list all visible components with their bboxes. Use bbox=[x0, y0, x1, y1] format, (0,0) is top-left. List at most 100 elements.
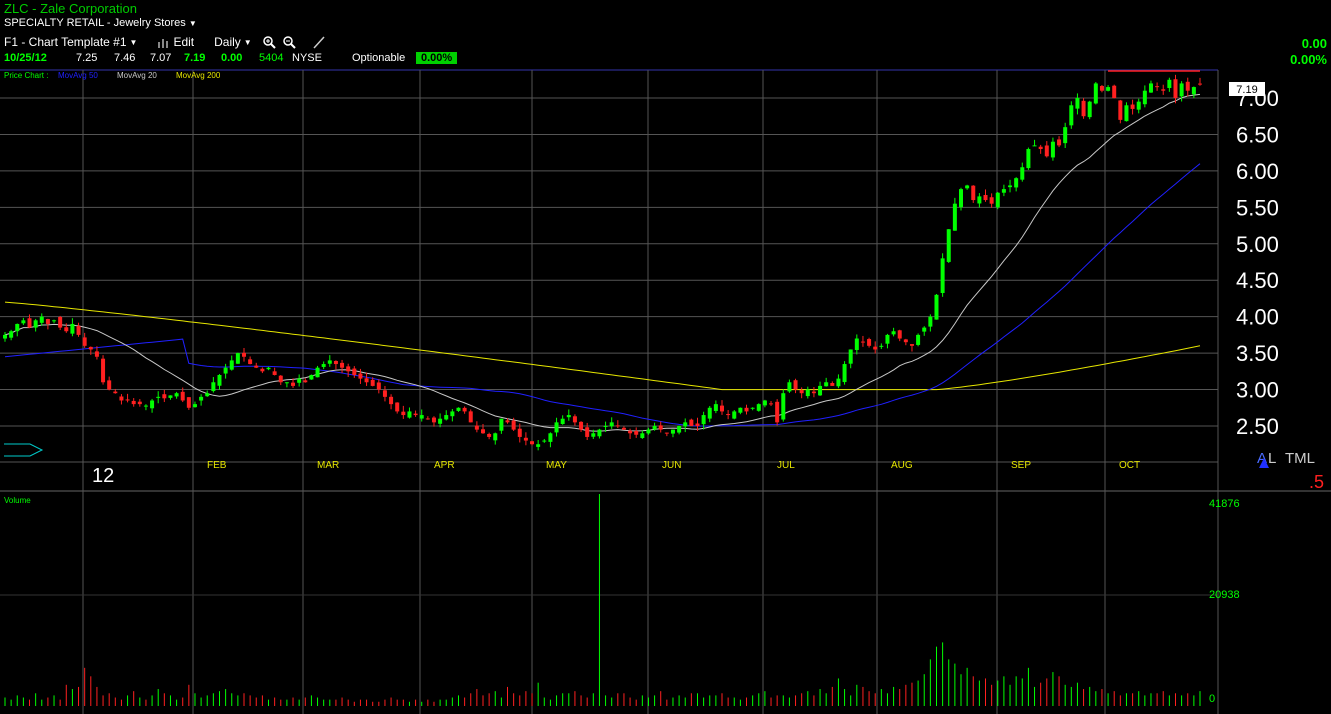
candle-body bbox=[33, 320, 38, 328]
candle-body bbox=[579, 421, 584, 430]
candle-body bbox=[223, 367, 228, 374]
candle-body bbox=[499, 418, 504, 431]
candle-body bbox=[707, 407, 712, 419]
candle-body bbox=[762, 400, 767, 406]
candle-body bbox=[523, 437, 528, 441]
ma50-line bbox=[4, 163, 1201, 427]
candle-body bbox=[1179, 83, 1184, 97]
candle-body bbox=[1057, 139, 1062, 146]
candle-body bbox=[131, 400, 136, 405]
candle-body bbox=[1026, 149, 1031, 169]
price-tick-label: 5.00 bbox=[1236, 232, 1279, 257]
candle-body bbox=[1038, 146, 1043, 150]
candle-body bbox=[260, 368, 265, 372]
scroll-handle-icon[interactable] bbox=[4, 443, 44, 457]
month-label: MAY bbox=[546, 460, 567, 471]
candle-body bbox=[891, 331, 896, 335]
candle-body bbox=[517, 428, 522, 437]
ma20-line bbox=[4, 93, 1201, 432]
price-tick-label: 2.50 bbox=[1236, 414, 1279, 439]
candle-body bbox=[297, 378, 302, 383]
candle-body bbox=[897, 330, 902, 339]
candle-body bbox=[713, 404, 718, 411]
candle-body bbox=[542, 440, 547, 442]
candle-body bbox=[603, 426, 608, 427]
candle-body bbox=[272, 371, 277, 375]
month-label: AUG bbox=[891, 460, 913, 471]
candle-body bbox=[934, 294, 939, 320]
price-tick-label: 4.00 bbox=[1236, 305, 1279, 330]
last-price-value: 7.19 bbox=[1236, 84, 1257, 96]
candle-body bbox=[1001, 189, 1006, 193]
candle-body bbox=[726, 414, 731, 416]
candle-body bbox=[670, 429, 675, 434]
candle-body bbox=[793, 380, 798, 390]
candle-body bbox=[493, 433, 498, 441]
candle-body bbox=[395, 402, 400, 412]
candle-body bbox=[830, 383, 835, 386]
candle-body bbox=[382, 390, 387, 397]
axis-labels-layer: 7.006.506.005.505.004.504.003.503.002.50… bbox=[207, 86, 1279, 471]
candle-body bbox=[1044, 145, 1049, 157]
candle-body bbox=[101, 358, 106, 383]
candle-body bbox=[842, 364, 847, 383]
ma50-path bbox=[4, 163, 1201, 427]
candle-body bbox=[3, 334, 7, 339]
candle-body bbox=[113, 391, 118, 394]
last-price-tag: 7.19 bbox=[1229, 82, 1265, 96]
price-volume-chart[interactable]: 7.006.506.005.505.004.504.003.503.002.50… bbox=[0, 0, 1331, 714]
month-label: JUN bbox=[662, 460, 681, 471]
candle-body bbox=[64, 327, 69, 332]
candle-body bbox=[1142, 90, 1147, 105]
candle-body bbox=[82, 337, 87, 346]
candle-body bbox=[45, 319, 50, 324]
candle-body bbox=[321, 364, 326, 367]
candle-body bbox=[536, 444, 541, 447]
month-label: OCT bbox=[1119, 460, 1140, 471]
candle-body bbox=[505, 420, 510, 423]
candle-body bbox=[474, 425, 479, 430]
month-label: FEB bbox=[207, 460, 227, 471]
candle-body bbox=[867, 339, 872, 346]
candle-body bbox=[689, 419, 694, 426]
candle-body bbox=[695, 423, 700, 426]
candle-body bbox=[732, 411, 737, 419]
candle-body bbox=[107, 380, 112, 390]
candle-body bbox=[254, 365, 259, 368]
candle-body bbox=[909, 344, 914, 346]
candle-body bbox=[646, 429, 651, 434]
candle-body bbox=[928, 316, 933, 327]
candle-body bbox=[621, 427, 626, 430]
year-label: 12 bbox=[92, 465, 114, 487]
chart-grid bbox=[0, 69, 1331, 714]
candle-body bbox=[211, 382, 216, 392]
candle-body bbox=[658, 425, 663, 430]
candle-body bbox=[1118, 100, 1123, 120]
month-label: SEP bbox=[1011, 460, 1031, 471]
candle-body bbox=[1198, 83, 1202, 85]
candle-body bbox=[903, 339, 908, 343]
candle-body bbox=[885, 334, 890, 344]
candle-body bbox=[450, 411, 455, 417]
price-tick-label: 6.00 bbox=[1236, 159, 1279, 184]
legend-price-chart: Price Chart : bbox=[4, 71, 48, 80]
candle-body bbox=[1099, 85, 1104, 91]
price-tick-label: 3.50 bbox=[1236, 341, 1279, 366]
candle-body bbox=[769, 403, 774, 405]
candle-body bbox=[787, 382, 792, 392]
candle-body bbox=[677, 426, 682, 433]
candle-body bbox=[156, 396, 161, 398]
candle-body bbox=[358, 373, 363, 379]
candle-body bbox=[389, 396, 394, 405]
candle-body bbox=[229, 360, 234, 370]
candle-body bbox=[1032, 145, 1037, 147]
candle-body bbox=[39, 316, 44, 323]
legend-ma20: MovAvg 20 bbox=[117, 71, 157, 80]
candle-body bbox=[916, 334, 921, 345]
candle-body bbox=[425, 418, 430, 420]
candle-body bbox=[346, 366, 351, 372]
candle-body bbox=[664, 432, 669, 434]
candle-body bbox=[572, 416, 577, 423]
candle-body bbox=[781, 393, 786, 420]
candle-body bbox=[315, 367, 320, 378]
